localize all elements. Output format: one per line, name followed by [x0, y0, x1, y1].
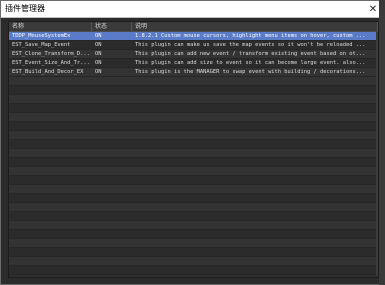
plugin-name: EST_Clone_Transform_D... — [12, 51, 90, 57]
empty-row — [9, 203, 378, 212]
empty-row — [9, 257, 378, 266]
plugin-status: ON — [95, 42, 102, 48]
column-header-description[interactable]: 说明 — [132, 22, 378, 31]
plugin-name: TDDP_MouseSystemEx — [12, 33, 71, 39]
table-row[interactable]: EST_Clone_Transform_D... ON This plugin … — [9, 50, 378, 59]
column-header-status[interactable]: 状态 — [92, 22, 132, 31]
empty-row — [9, 194, 378, 203]
plugin-description: This plugin can add new event / transfor… — [135, 51, 366, 57]
empty-row — [9, 167, 378, 176]
empty-row — [9, 77, 378, 86]
table-row[interactable]: EST_Event_Size_And_Tr... ON This plugin … — [9, 59, 378, 68]
empty-row — [9, 104, 378, 113]
empty-row — [9, 95, 378, 104]
empty-rows — [9, 77, 378, 275]
empty-row — [9, 149, 378, 158]
empty-row — [9, 212, 378, 221]
empty-row — [9, 239, 378, 248]
title-bar: 插件管理器 ✕ — [1, 1, 384, 18]
plugin-status: ON — [95, 60, 102, 66]
plugin-description: This plugin can add size to event so it … — [135, 60, 366, 66]
plugin-description: 1.8.2.1 Custom mouse cursors, highlight … — [135, 33, 366, 39]
empty-row — [9, 221, 378, 230]
empty-row — [9, 158, 378, 167]
empty-row — [9, 86, 378, 95]
plugin-manager-window: 插件管理器 ✕ 名称 状态 说明 TDDP_MouseSystemEx ON 1… — [0, 0, 385, 285]
table-row[interactable]: TDDP_MouseSystemEx ON 1.8.2.1 Custom mou… — [9, 32, 378, 41]
empty-row — [9, 248, 378, 257]
background-edge — [379, 0, 385, 285]
plugin-status: ON — [95, 51, 102, 57]
plugin-name: EST_Build_And_Decor_EX — [12, 69, 84, 75]
empty-row — [9, 140, 378, 149]
empty-row — [9, 113, 378, 122]
empty-row — [9, 176, 378, 185]
close-icon[interactable]: ✕ — [366, 2, 380, 16]
plugin-status: ON — [95, 69, 102, 75]
empty-row — [9, 131, 378, 140]
plugin-list[interactable]: 名称 状态 说明 TDDP_MouseSystemEx ON 1.8.2.1 C… — [8, 21, 379, 278]
empty-row — [9, 230, 378, 239]
empty-row — [9, 185, 378, 194]
list-body: TDDP_MouseSystemEx ON 1.8.2.1 Custom mou… — [9, 32, 378, 277]
column-header-name[interactable]: 名称 — [9, 22, 92, 31]
scrollbar[interactable] — [376, 32, 378, 276]
list-header: 名称 状态 说明 — [9, 22, 378, 32]
plugin-description: This plugin is the MANAGER to swap event… — [135, 69, 366, 75]
window-title: 插件管理器 — [5, 4, 45, 13]
plugin-status: ON — [95, 33, 102, 39]
plugin-description: This plugin can make us save the map eve… — [135, 42, 366, 48]
plugin-name: EST_Save_Map_Event — [12, 42, 71, 48]
table-row[interactable]: EST_Build_And_Decor_EX ON This plugin is… — [9, 68, 378, 77]
plugin-name: EST_Event_Size_And_Tr... — [12, 60, 90, 66]
empty-row — [9, 122, 378, 131]
empty-row — [9, 266, 378, 275]
table-row[interactable]: EST_Save_Map_Event ON This plugin can ma… — [9, 41, 378, 50]
